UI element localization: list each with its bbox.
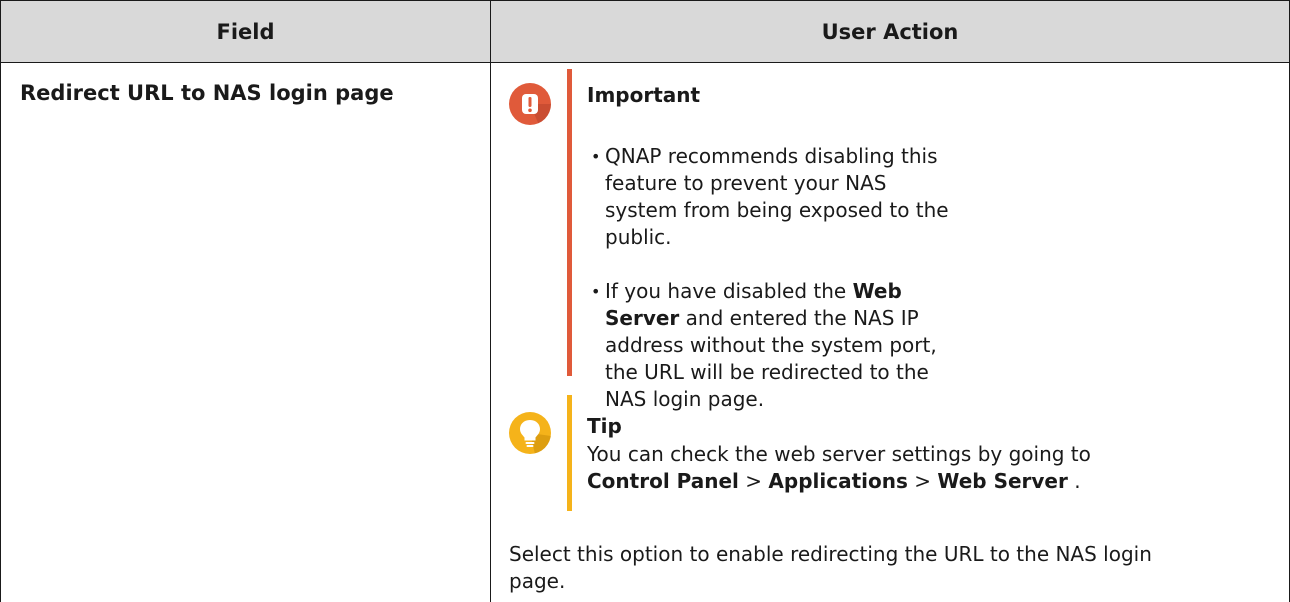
exclamation-icon: [509, 83, 551, 125]
list-item: QNAP recommends disabling this feature t…: [591, 143, 951, 251]
tip-text: You can check the web server settings by…: [587, 442, 1091, 466]
table-header-row: Field User Action: [1, 1, 1290, 63]
lightbulb-icon: [509, 412, 551, 454]
path-web-server: Web Server: [937, 469, 1068, 493]
path-applications: Applications: [768, 469, 907, 493]
list-item: If you have disabled the Web Server and …: [591, 278, 951, 413]
important-icon: [509, 83, 551, 125]
tip-body: You can check the web server settings by…: [587, 441, 1147, 495]
path-end: .: [1074, 469, 1080, 493]
tip-accent-bar: [567, 395, 572, 511]
field-cell: Redirect URL to NAS login page: [1, 63, 491, 602]
field-name: Redirect URL to NAS login page: [1, 63, 490, 107]
path-separator: >: [914, 469, 931, 493]
path-separator: >: [745, 469, 762, 493]
path-control-panel: Control Panel: [587, 469, 739, 493]
column-header-user-action: User Action: [491, 1, 1290, 63]
column-header-field: Field: [1, 1, 491, 63]
important-list: QNAP recommends disabling this feature t…: [591, 143, 951, 413]
important-accent-bar: [567, 69, 572, 376]
option-description: Select this option to enable redirecting…: [509, 541, 1209, 595]
settings-table: Field User Action Redirect URL to NAS lo…: [0, 0, 1290, 602]
important-bullet-2-prefix: If you have disabled the: [605, 279, 853, 303]
user-action-cell: Important QNAP recommends disabling this…: [491, 63, 1290, 602]
important-bullet-1: QNAP recommends disabling this feature t…: [605, 144, 949, 249]
table-row: Redirect URL to NAS login page Important: [1, 63, 1290, 602]
tip-title: Tip: [587, 414, 622, 438]
tip-icon: [509, 412, 551, 454]
important-title: Important: [587, 83, 700, 107]
